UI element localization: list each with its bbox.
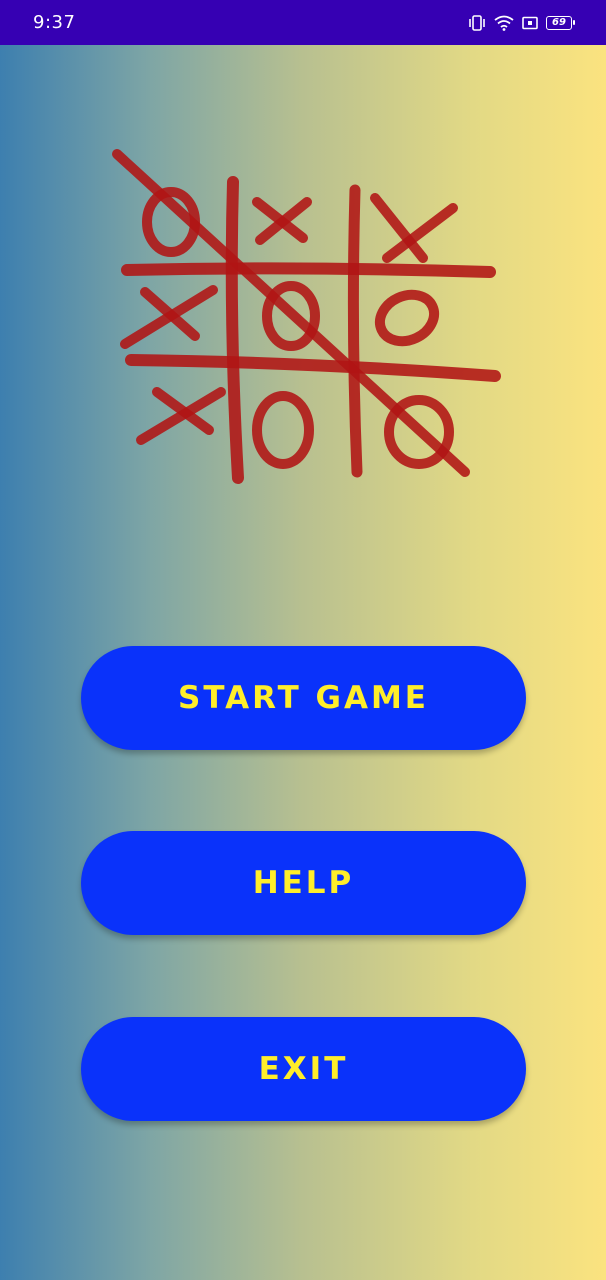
status-time: 9:37 (33, 12, 76, 33)
battery-level: 69 (552, 16, 566, 28)
vibrate-icon (468, 14, 486, 31)
help-button[interactable]: HELP (81, 831, 526, 935)
tic-tac-toe-logo (112, 149, 501, 484)
status-bar: 9:37 69 (0, 0, 606, 45)
battery-icon: 69 (546, 15, 575, 30)
start-game-button[interactable]: START GAME (81, 646, 526, 750)
screen-record-icon (522, 16, 538, 30)
status-icons: 69 (468, 14, 575, 31)
main-screen: 9:37 69 START GAME HELP EXIT (0, 0, 606, 1280)
exit-button[interactable]: EXIT (81, 1017, 526, 1121)
wifi-icon (494, 15, 514, 31)
